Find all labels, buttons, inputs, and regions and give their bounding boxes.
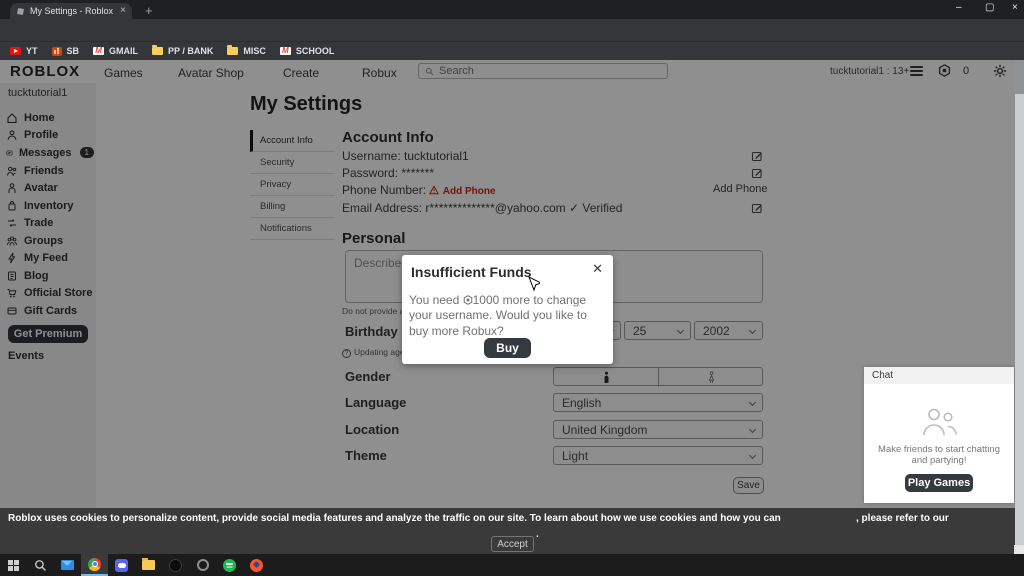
new-tab-button[interactable]: + xyxy=(145,3,153,18)
scrollbar-corner xyxy=(1014,545,1024,554)
buy-button[interactable]: Buy xyxy=(484,338,531,358)
mail-icon xyxy=(61,560,74,570)
play-games-button[interactable]: Play Games xyxy=(905,474,973,492)
mouse-cursor xyxy=(528,276,540,292)
taskbar-app-2[interactable] xyxy=(189,554,216,576)
friends-empty-icon xyxy=(923,408,957,436)
modal-body: You need 1000 more to change your userna… xyxy=(409,293,587,338)
gmail-icon: M xyxy=(93,47,105,55)
taskbar-mail-app[interactable] xyxy=(54,554,81,576)
screen: My Settings - Roblox × + – ▢ × ← → ⟳ rob… xyxy=(0,0,1024,576)
accept-cookies-button[interactable]: Accept xyxy=(491,536,534,552)
insufficient-funds-modal: Insufficient Funds ✕ You need 1000 more … xyxy=(402,255,613,364)
chat-header[interactable]: Chat xyxy=(864,367,1014,384)
window-maximize-button[interactable]: ▢ xyxy=(985,2,994,13)
modal-title: Insufficient Funds xyxy=(411,264,532,280)
cookie-text-after: , please refer to our xyxy=(856,513,949,524)
windows-icon xyxy=(8,559,19,571)
chat-widget: Chat Make friends to start chatting and … xyxy=(864,367,1014,503)
file-explorer-icon xyxy=(142,558,155,570)
bookmark-yt[interactable]: YT xyxy=(10,46,38,56)
spotify-icon xyxy=(223,558,236,572)
scrollbar-thumb[interactable] xyxy=(1015,60,1024,94)
cookie-text-before: Roblox uses cookies to personalize conte… xyxy=(8,513,781,524)
chrome-icon xyxy=(88,557,101,571)
bookmark-school[interactable]: M SCHOOL xyxy=(279,46,334,56)
bookmark-pp-bank[interactable]: PP / BANK xyxy=(152,45,213,56)
search-icon xyxy=(35,559,46,571)
taskbar xyxy=(0,554,1024,576)
browser-toolbar: ← → ⟳ roblox.com/my/account#!/info ☆ 1 I… xyxy=(0,19,1024,59)
folder-icon xyxy=(152,45,164,55)
dark-circle-app-icon xyxy=(169,558,182,572)
bookmark-gmail[interactable]: M GMAIL xyxy=(93,46,138,56)
ring-app-icon xyxy=(196,559,209,571)
chat-empty-text: and partying! xyxy=(911,455,967,466)
orange-app-icon xyxy=(250,558,263,572)
taskbar-search-button[interactable] xyxy=(27,554,54,576)
modal-close-icon[interactable]: ✕ xyxy=(592,261,603,277)
discord-icon xyxy=(115,558,128,572)
tab-close-icon[interactable]: × xyxy=(120,6,126,16)
tab-strip: My Settings - Roblox × + – ▢ × xyxy=(0,0,1024,19)
roblox-favicon xyxy=(17,7,24,15)
gmail-icon: M xyxy=(279,47,291,55)
taskbar-app-3[interactable] xyxy=(243,554,270,576)
taskbar-app-1[interactable] xyxy=(162,554,189,576)
taskbar-file-explorer[interactable] xyxy=(135,554,162,576)
taskbar-chrome-app[interactable] xyxy=(81,554,108,576)
folder-icon xyxy=(227,45,239,55)
browser-tab[interactable]: My Settings - Roblox × xyxy=(10,3,132,19)
red-chart-icon xyxy=(51,46,62,56)
window-close-button[interactable]: × xyxy=(1012,2,1018,13)
windows-start-button[interactable] xyxy=(0,554,27,576)
robux-icon xyxy=(463,295,472,305)
taskbar-spotify-app[interactable] xyxy=(216,554,243,576)
tab-title: My Settings - Roblox xyxy=(30,6,114,16)
cookie-text-line2: . xyxy=(536,529,539,540)
window-minimize-button[interactable]: – xyxy=(956,2,962,13)
bookmarks-bar: YT SB M GMAIL PP / BANK MISC M SCHOOL xyxy=(0,41,1024,60)
chat-empty-text: Make friends to start chatting xyxy=(878,444,1000,455)
taskbar-discord-app[interactable] xyxy=(108,554,135,576)
bookmark-misc[interactable]: MISC xyxy=(227,45,266,56)
bookmark-sb[interactable]: SB xyxy=(51,46,79,56)
youtube-icon xyxy=(10,47,21,55)
page-scrollbar[interactable] xyxy=(1015,60,1024,554)
cookie-banner: Roblox uses cookies to personalize conte… xyxy=(0,508,1024,554)
